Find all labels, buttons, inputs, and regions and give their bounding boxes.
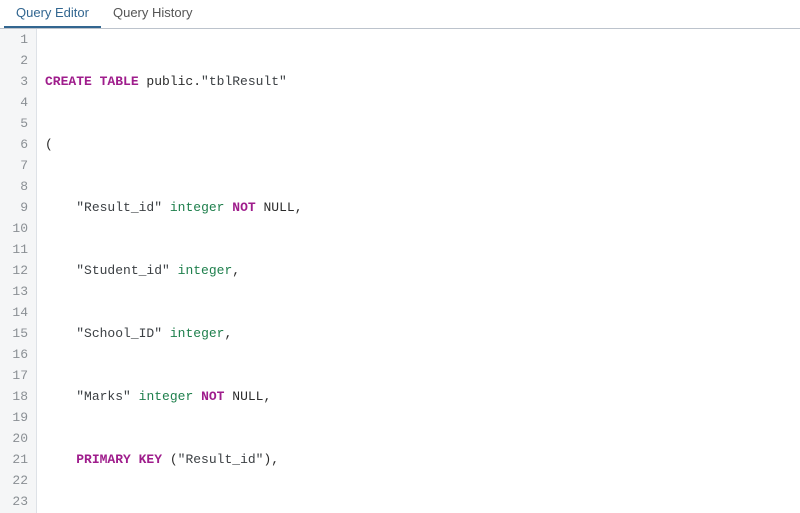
line-number: 4 bbox=[6, 92, 28, 113]
code-line: CREATE TABLE public."tblResult" bbox=[45, 71, 800, 92]
line-number: 23 bbox=[6, 491, 28, 512]
line-number: 6 bbox=[6, 134, 28, 155]
line-number: 10 bbox=[6, 218, 28, 239]
line-number: 3 bbox=[6, 71, 28, 92]
code-line: "Student_id" integer, bbox=[45, 260, 800, 281]
code-line: "Marks" integer NOT NULL, bbox=[45, 386, 800, 407]
code-area[interactable]: CREATE TABLE public."tblResult" ( "Resul… bbox=[37, 29, 800, 513]
line-number: 13 bbox=[6, 281, 28, 302]
line-number: 1 bbox=[6, 29, 28, 50]
line-number: 14 bbox=[6, 302, 28, 323]
sql-editor[interactable]: 1 2 3 4 5 6 7 8 9 10 11 12 13 14 15 16 1… bbox=[0, 29, 800, 513]
code-line: PRIMARY KEY ("Result_id"), bbox=[45, 449, 800, 470]
line-number: 20 bbox=[6, 428, 28, 449]
code-line: ( bbox=[45, 134, 800, 155]
line-number: 11 bbox=[6, 239, 28, 260]
line-number: 8 bbox=[6, 176, 28, 197]
line-number: 2 bbox=[6, 50, 28, 71]
line-number: 5 bbox=[6, 113, 28, 134]
line-number: 19 bbox=[6, 407, 28, 428]
line-number: 16 bbox=[6, 344, 28, 365]
line-number: 12 bbox=[6, 260, 28, 281]
line-number-gutter: 1 2 3 4 5 6 7 8 9 10 11 12 13 14 15 16 1… bbox=[0, 29, 37, 513]
code-line: "School_ID" integer, bbox=[45, 323, 800, 344]
line-number: 21 bbox=[6, 449, 28, 470]
line-number: 17 bbox=[6, 365, 28, 386]
tab-query-history[interactable]: Query History bbox=[101, 0, 204, 28]
line-number: 15 bbox=[6, 323, 28, 344]
line-number: 9 bbox=[6, 197, 28, 218]
code-line: "Result_id" integer NOT NULL, bbox=[45, 197, 800, 218]
tab-query-editor[interactable]: Query Editor bbox=[4, 0, 101, 28]
line-number: 18 bbox=[6, 386, 28, 407]
editor-tabs: Query Editor Query History bbox=[0, 0, 800, 29]
line-number: 7 bbox=[6, 155, 28, 176]
line-number: 22 bbox=[6, 470, 28, 491]
